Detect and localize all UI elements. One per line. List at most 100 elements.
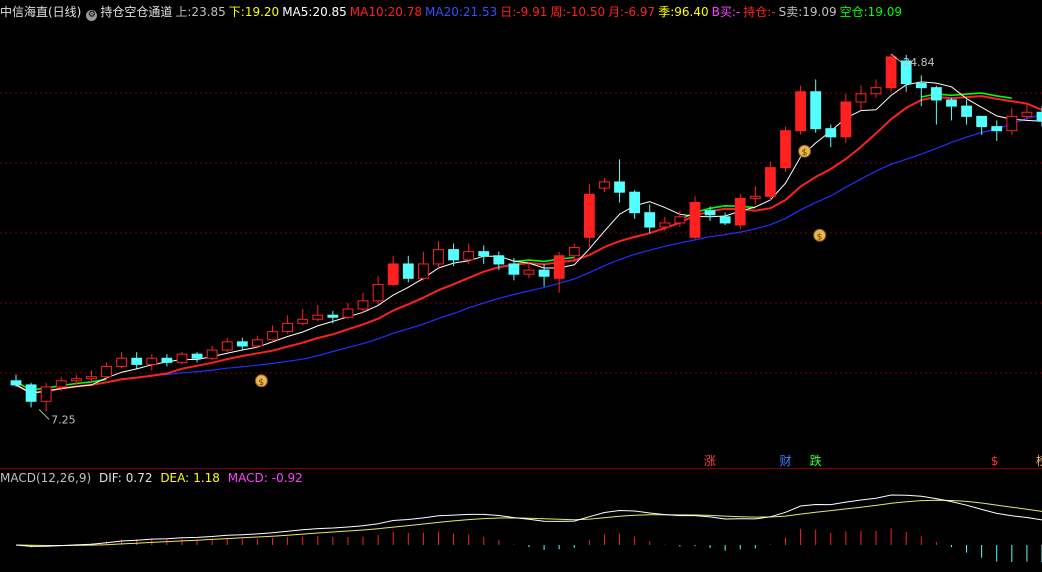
candle-body-9 bbox=[146, 357, 158, 365]
candle-body-51 bbox=[780, 130, 791, 169]
candle-body-43 bbox=[659, 222, 671, 228]
candle-body-27 bbox=[417, 263, 429, 279]
candle-body-44 bbox=[674, 216, 686, 224]
event-marker-4[interactable]: 榜 bbox=[1036, 454, 1042, 468]
candle-body-61 bbox=[930, 87, 942, 101]
candle-body-19 bbox=[297, 318, 309, 324]
candle-body-65 bbox=[991, 126, 1003, 132]
candle-body-13 bbox=[206, 349, 218, 359]
ma10-line bbox=[15, 95, 1042, 395]
candle-body-25 bbox=[387, 263, 399, 285]
header-item-12: 空仓:19.09 bbox=[839, 5, 902, 19]
candle-body-29 bbox=[448, 249, 459, 261]
candle-body-45 bbox=[689, 201, 701, 238]
header-item-6: 周:-10.50 bbox=[550, 5, 606, 19]
candle-body-41 bbox=[629, 191, 641, 214]
kline-chart[interactable]: 24.84 7.25 $ $ $ bbox=[0, 20, 1042, 468]
dea-label: DEA: bbox=[160, 471, 190, 485]
header-item-3: MA10:20.78 bbox=[349, 5, 423, 19]
macd-label: MACD: bbox=[227, 471, 268, 485]
candle-body-30 bbox=[463, 251, 475, 261]
candle-body-7 bbox=[116, 357, 128, 367]
dif-value: 0.72 bbox=[125, 471, 153, 485]
candle-body-10 bbox=[161, 357, 173, 363]
candle-body-49 bbox=[749, 195, 761, 199]
macd-name[interactable]: MACD(12,26,9) bbox=[0, 471, 91, 485]
candle-body-32 bbox=[493, 255, 505, 265]
header-item-5: 日:-9.91 bbox=[500, 5, 548, 19]
candle-body-20 bbox=[312, 314, 324, 320]
candle-body-23 bbox=[357, 300, 369, 310]
candle-body-58 bbox=[885, 56, 897, 89]
candle-body-17 bbox=[267, 331, 278, 341]
candle-body-46 bbox=[704, 210, 716, 216]
dif-label: DIF: bbox=[98, 471, 122, 485]
candle-body-0 bbox=[10, 380, 22, 386]
candle-body-40 bbox=[614, 181, 625, 193]
candle-body-4 bbox=[70, 378, 82, 382]
header-item-8: 季:96.40 bbox=[658, 5, 709, 19]
candle-body-18 bbox=[282, 322, 293, 333]
chart-header: 中信海直(日线) ⚙ 持仓空仓通道 上:23.85 下:19.20 MA5:20.85 MA… bbox=[0, 4, 908, 21]
candle-body-6 bbox=[101, 365, 112, 378]
header-item-2: MA5:20.85 bbox=[282, 5, 347, 19]
candle-body-60 bbox=[915, 83, 927, 89]
event-marker-0[interactable]: 涨 bbox=[704, 454, 716, 468]
candle-body-16 bbox=[252, 339, 263, 347]
candle-body-1 bbox=[25, 384, 37, 402]
low-pointer bbox=[38, 409, 50, 420]
svg-text:$: $ bbox=[258, 378, 264, 388]
candle-body-33 bbox=[508, 263, 520, 275]
macd-value: -0.92 bbox=[271, 471, 303, 485]
header-item-4: MA20:21.53 bbox=[425, 5, 498, 19]
candle-body-26 bbox=[402, 263, 414, 279]
candle-body-3 bbox=[55, 380, 67, 388]
candle-body-50 bbox=[765, 167, 776, 197]
header-item-7: 月:-6.97 bbox=[608, 5, 656, 19]
candle-body-57 bbox=[870, 87, 882, 95]
header-item-0: 上:23.85 bbox=[175, 5, 226, 19]
candle-body-14 bbox=[221, 341, 233, 351]
candle-body-31 bbox=[478, 251, 490, 257]
candle-body-56 bbox=[855, 93, 867, 103]
candle-body-62 bbox=[946, 99, 957, 107]
money-bag-icon-1: $ bbox=[813, 228, 827, 242]
candle-body-66 bbox=[1006, 115, 1018, 132]
candle-body-22 bbox=[342, 308, 354, 318]
candle-body-39 bbox=[599, 181, 610, 189]
event-marker-3[interactable]: $ bbox=[991, 454, 999, 468]
candle-body-37 bbox=[568, 247, 580, 257]
candle-body-52 bbox=[795, 91, 806, 132]
candle-body-53 bbox=[810, 91, 822, 130]
candle-body-36 bbox=[553, 255, 565, 279]
header-item-11: S卖:19.09 bbox=[778, 5, 837, 19]
candle-body-55 bbox=[840, 101, 852, 138]
dea-value: 1.18 bbox=[193, 471, 220, 485]
event-marker-2[interactable]: 跌 bbox=[810, 454, 822, 468]
candle-body-67 bbox=[1021, 111, 1033, 117]
money-bag-icon-0: $ bbox=[254, 374, 268, 388]
ma5-line bbox=[15, 81, 1042, 394]
candle-body-47 bbox=[719, 216, 731, 224]
candle-body-68 bbox=[1036, 111, 1042, 121]
candle-body-38 bbox=[583, 193, 595, 238]
candle-body-11 bbox=[176, 353, 188, 363]
header-item-1: 下:19.20 bbox=[228, 5, 280, 19]
indicator-values: 上:23.85 下:19.20 MA5:20.85 MA10:20.78 MA20:21… bbox=[175, 5, 905, 19]
indicator-name[interactable]: 持仓空仓通道 bbox=[100, 5, 172, 19]
header-item-9: B买:- bbox=[711, 5, 741, 19]
macd-chart[interactable] bbox=[0, 488, 1042, 570]
candle-body-28 bbox=[433, 249, 444, 265]
candle-body-15 bbox=[236, 341, 248, 347]
candle-body-42 bbox=[644, 212, 656, 228]
candle-body-8 bbox=[131, 357, 143, 365]
panel-separator bbox=[0, 468, 1042, 469]
candle-body-2 bbox=[40, 386, 52, 402]
event-marker-1[interactable]: 财 bbox=[780, 454, 792, 468]
macd-header: MACD(12,26,9) DIF: 0.72 DEA: 1.18 MACD: -0.… bbox=[0, 470, 307, 486]
money-bag-icon-2: $ bbox=[798, 144, 812, 158]
candle-body-5 bbox=[86, 376, 97, 380]
svg-text:$: $ bbox=[802, 148, 808, 158]
candle-body-21 bbox=[327, 314, 339, 318]
stock-title[interactable]: 中信海直(日线) bbox=[0, 5, 81, 19]
